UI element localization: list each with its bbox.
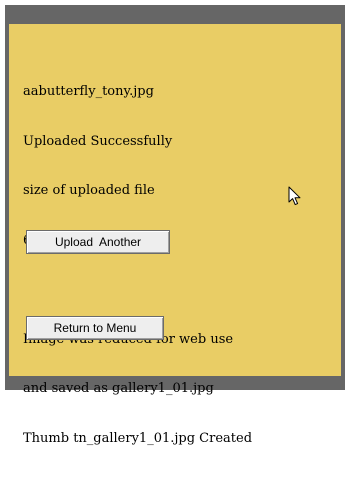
- return-to-menu-button[interactable]: Return to Menu: [26, 316, 164, 340]
- upload-result-message: aabutterfly_tony.jpg Uploaded Successful…: [23, 51, 252, 480]
- uploaded-filename: aabutterfly_tony.jpg: [23, 84, 154, 99]
- upload-another-button[interactable]: Upload Another: [26, 230, 170, 254]
- thumbnail-note: Thumb tn_gallery1_01.jpg Created: [23, 430, 253, 446]
- file-size-label: size of uploaded file: [23, 183, 155, 198]
- upload-status: Uploaded Successfully: [23, 133, 173, 149]
- mouse-pointer-icon: [288, 186, 301, 206]
- saved-as-note: and saved as gallery1_01.jpg: [23, 381, 214, 396]
